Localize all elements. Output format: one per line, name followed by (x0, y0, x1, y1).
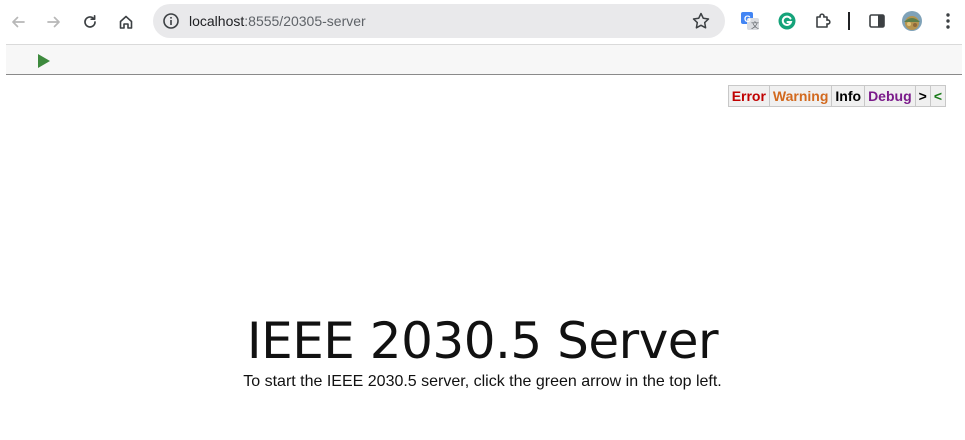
log-expand-button[interactable]: > (916, 86, 931, 106)
page-title: IEEE 2030.5 Server (246, 312, 719, 370)
play-icon[interactable] (37, 53, 51, 69)
log-debug-button[interactable]: Debug (865, 86, 916, 106)
side-panel-icon[interactable] (866, 10, 888, 32)
log-level-filter: Error Warning Info Debug > < (727, 85, 946, 107)
log-collapse-button[interactable]: < (931, 86, 945, 106)
bookmark-star-icon[interactable] (691, 11, 711, 31)
toolbar-separator (848, 12, 850, 30)
app-toolbar (6, 44, 962, 75)
svg-text:G: G (744, 14, 751, 24)
url-host: localhost (189, 13, 245, 29)
log-error-button[interactable]: Error (729, 86, 770, 106)
log-warning-button[interactable]: Warning (770, 86, 833, 106)
grammarly-icon[interactable] (776, 10, 798, 32)
browser-toolbar: localhost:8555/20305-server G文 (0, 0, 965, 44)
log-info-button[interactable]: Info (832, 86, 866, 106)
home-icon[interactable] (113, 9, 139, 35)
forward-arrow-icon[interactable] (41, 9, 67, 35)
url-path: :8555/20305-server (244, 13, 366, 29)
svg-text:文: 文 (751, 20, 759, 30)
extensions-puzzle-icon[interactable] (812, 10, 834, 32)
address-bar[interactable]: localhost:8555/20305-server (153, 4, 725, 38)
site-info-icon[interactable] (162, 12, 180, 30)
back-arrow-icon[interactable] (5, 9, 31, 35)
reload-icon[interactable] (77, 9, 103, 35)
kebab-menu-icon[interactable] (937, 10, 959, 32)
start-instructions: To start the IEEE 2030.5 server, click t… (243, 373, 722, 390)
profile-avatar[interactable] (901, 10, 923, 32)
google-translate-icon[interactable]: G文 (739, 10, 761, 32)
url-text[interactable]: localhost:8555/20305-server (189, 4, 366, 38)
